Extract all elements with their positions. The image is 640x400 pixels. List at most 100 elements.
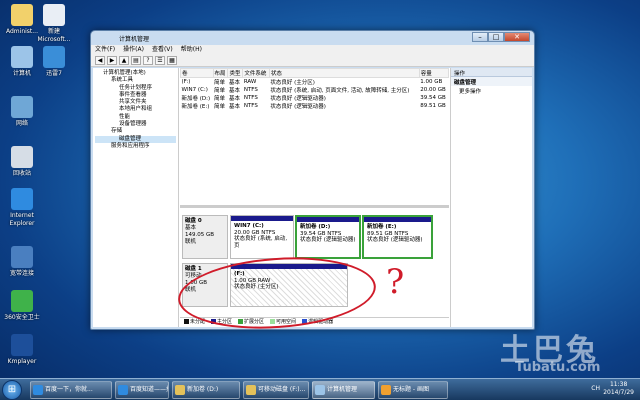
desktop-icon-label: 360安全卫士 — [4, 314, 40, 321]
clock-time: 11:38 — [609, 381, 628, 388]
title-bar[interactable]: 计算机管理 – □ ✕ — [91, 31, 534, 45]
up-icon[interactable]: ▲ — [119, 56, 129, 65]
taskbar-button[interactable]: 计算机管理 — [312, 381, 375, 399]
tree-item[interactable]: 存储 — [95, 128, 176, 135]
help-icon[interactable]: ? — [143, 56, 153, 65]
forward-icon[interactable]: ▶ — [107, 56, 117, 65]
table-cell: 新加卷 (D:) — [181, 96, 211, 102]
menu-item[interactable]: 操作(A) — [123, 45, 144, 55]
tree-item[interactable]: 磁盘管理 — [95, 135, 176, 143]
table-cell: 简单 — [214, 104, 226, 110]
app-icon — [33, 385, 43, 395]
disk-0-info[interactable]: 磁盘 0 基本 149.05 GB 联机 — [182, 215, 228, 259]
taskbar-button[interactable]: 无标题 - 画图 — [378, 381, 448, 399]
desktop-icon[interactable]: 回收站 — [2, 146, 42, 178]
desktop-icon[interactable]: 新建 Microsoft... — [34, 4, 74, 44]
partition-d[interactable]: 新加卷 (D:) 39.54 GB NTFS 状态良好 (逻辑驱动器) — [295, 215, 361, 259]
desktop-icon-label: Kmplayer — [7, 358, 37, 365]
actions-pane: 操作 磁盘管理 更多操作 — [450, 68, 532, 327]
column-header[interactable]: 文件系统 — [242, 68, 270, 78]
navigation-tree[interactable]: 计算机管理(本地) 系统工具 任务计划程序 事件查看器 共享文件夹 本地用户和组 性能 设备管… — [93, 68, 179, 327]
taskbar: ⊞ 百度一下，你就... 百度知道——搜... 新加卷 (D:) 可移动磁盘 (F:)… — [0, 378, 640, 400]
table-cell: 39.54 GB — [420, 95, 446, 101]
properties-icon[interactable]: ▤ — [131, 56, 141, 65]
start-button[interactable]: ⊞ — [2, 380, 22, 400]
disk-0-size: 149.05 GB — [185, 232, 215, 238]
table-cell: RAW — [243, 79, 257, 85]
app-icon — [381, 385, 391, 395]
table-cell: 基本 — [228, 104, 240, 110]
taskbar-button-label: 百度一下，你就... — [45, 386, 93, 393]
desktop-icon-image — [11, 334, 33, 356]
minimize-button[interactable]: – — [472, 32, 488, 42]
taskbar-button[interactable]: 百度一下，你就... — [30, 381, 112, 399]
app-icon — [175, 385, 185, 395]
table-row[interactable]: 新加卷 (E:) 简单 基本 NTFS 状态良好 (逻辑驱动器) 89.51 GB — [181, 102, 449, 110]
list-icon[interactable]: ☰ — [155, 56, 165, 65]
desktop-icon[interactable]: 迅雷7 — [34, 46, 74, 78]
partition-c[interactable]: WIN7 (C:) 20.00 GB NTFS 状态良好 (系统, 启动, 页 — [230, 215, 294, 259]
column-header[interactable]: 容量 — [418, 68, 450, 78]
window-title: 计算机管理 — [119, 36, 150, 43]
tree-item[interactable]: 设备管理器 — [95, 121, 176, 128]
desktop-icon[interactable]: Internet Explorer — [2, 188, 42, 228]
menu-item[interactable]: 帮助(H) — [181, 45, 202, 55]
taskbar-button[interactable]: 新加卷 (D:) — [172, 381, 240, 399]
system-clock[interactable]: 11:38 2014/7/29 — [603, 381, 634, 397]
table-cell: 基本 — [228, 80, 240, 86]
table-row[interactable]: 新加卷 (D:) 简单 基本 NTFS 状态良好 (逻辑驱动器) 39.54 GB — [181, 94, 449, 102]
desktop-icon-label: Internet Explorer — [9, 212, 35, 227]
column-header[interactable]: 卷 — [180, 68, 214, 78]
desktop-icon-label: 宽带连接 — [9, 270, 34, 277]
desktop-icon-label: 迅雷7 — [46, 70, 62, 77]
table-cell: 1.00 GB — [420, 79, 443, 85]
taskbar-button-label: 可移动磁盘 (F:)... — [258, 386, 306, 393]
tree-item[interactable]: 服务和应用程序 — [95, 143, 176, 150]
desktop-icon-image — [43, 4, 65, 26]
volume-list-pane: 卷布局 类型 文件系统 状态 容量 (F:) 简单 基本 RAW 状态良好 (主分区) 1.00 … — [180, 68, 450, 208]
actions-section-disk-management[interactable]: 磁盘管理 — [451, 77, 532, 86]
grid-icon[interactable]: ▦ — [167, 56, 177, 65]
desktop-icon-image — [11, 146, 33, 168]
menu-item[interactable]: 查看(V) — [152, 45, 173, 55]
partition-e[interactable]: 新加卷 (E:) 89.51 GB NTFS 状态良好 (逻辑驱动器) — [362, 215, 433, 259]
desktop-icon-image — [11, 290, 33, 312]
desktop-icon[interactable]: 网络 — [2, 96, 42, 128]
legend-swatch — [184, 319, 189, 324]
desktop-icon[interactable]: 宽带连接 — [2, 246, 42, 278]
disk-0-name: 磁盘 0 — [185, 218, 202, 224]
disk-0-row: 磁盘 0 基本 149.05 GB 联机 WIN7 (C:) 20.00 GB … — [182, 215, 447, 259]
desktop-icon-image — [11, 188, 33, 210]
desktop-icon[interactable]: 360安全卫士 — [2, 290, 42, 322]
more-actions-link[interactable]: 更多操作 — [451, 86, 532, 95]
clock-date: 2014/7/29 — [603, 389, 634, 396]
input-language[interactable]: CH — [591, 385, 600, 392]
maximize-button[interactable]: □ — [488, 32, 504, 42]
partition-status: 状态良好 (逻辑驱动器) — [367, 237, 423, 243]
app-icon — [118, 385, 128, 395]
column-header[interactable]: 状态 — [268, 68, 420, 78]
taskbar-button[interactable]: 百度知道——搜... — [115, 381, 169, 399]
back-icon[interactable]: ◀ — [95, 56, 105, 65]
desktop-icon-image — [11, 4, 33, 26]
tree-item[interactable]: 本地用户和组 — [95, 106, 176, 113]
tree-item[interactable]: 任务计划程序 — [95, 85, 176, 92]
column-header[interactable]: 布局 — [212, 68, 229, 78]
table-row[interactable]: (F:) 简单 基本 RAW 状态良好 (主分区) 1.00 GB — [181, 78, 449, 86]
tree-item[interactable]: 性能 — [95, 114, 176, 121]
tree-item[interactable]: 计算机管理(本地) — [95, 70, 176, 77]
desktop-icon[interactable]: Kmplayer — [2, 334, 42, 366]
close-button[interactable]: ✕ — [504, 32, 530, 42]
table-cell: 基本 — [228, 88, 240, 94]
menu-item[interactable]: 文件(F) — [95, 45, 115, 55]
taskbar-button-label: 计算机管理 — [327, 386, 358, 393]
taskbar-button[interactable]: 可移动磁盘 (F:)... — [243, 381, 309, 399]
table-cell: NTFS — [243, 87, 258, 93]
table-cell: 状态良好 (主分区) — [270, 80, 315, 86]
desktop-icon-image — [11, 246, 33, 268]
table-row[interactable]: WIN7 (C:) 简单 基本 NTFS 状态良好 (系统, 启动, 页面文件, 活动,… — [181, 86, 449, 94]
toolbar: ◀ ▶ ▲ ▤? ☰ ▦ — [91, 55, 534, 67]
column-header[interactable]: 类型 — [227, 68, 244, 78]
taskbar-button-label: 百度知道——搜... — [130, 386, 168, 393]
tree-item[interactable]: 系统工具 — [95, 77, 176, 84]
